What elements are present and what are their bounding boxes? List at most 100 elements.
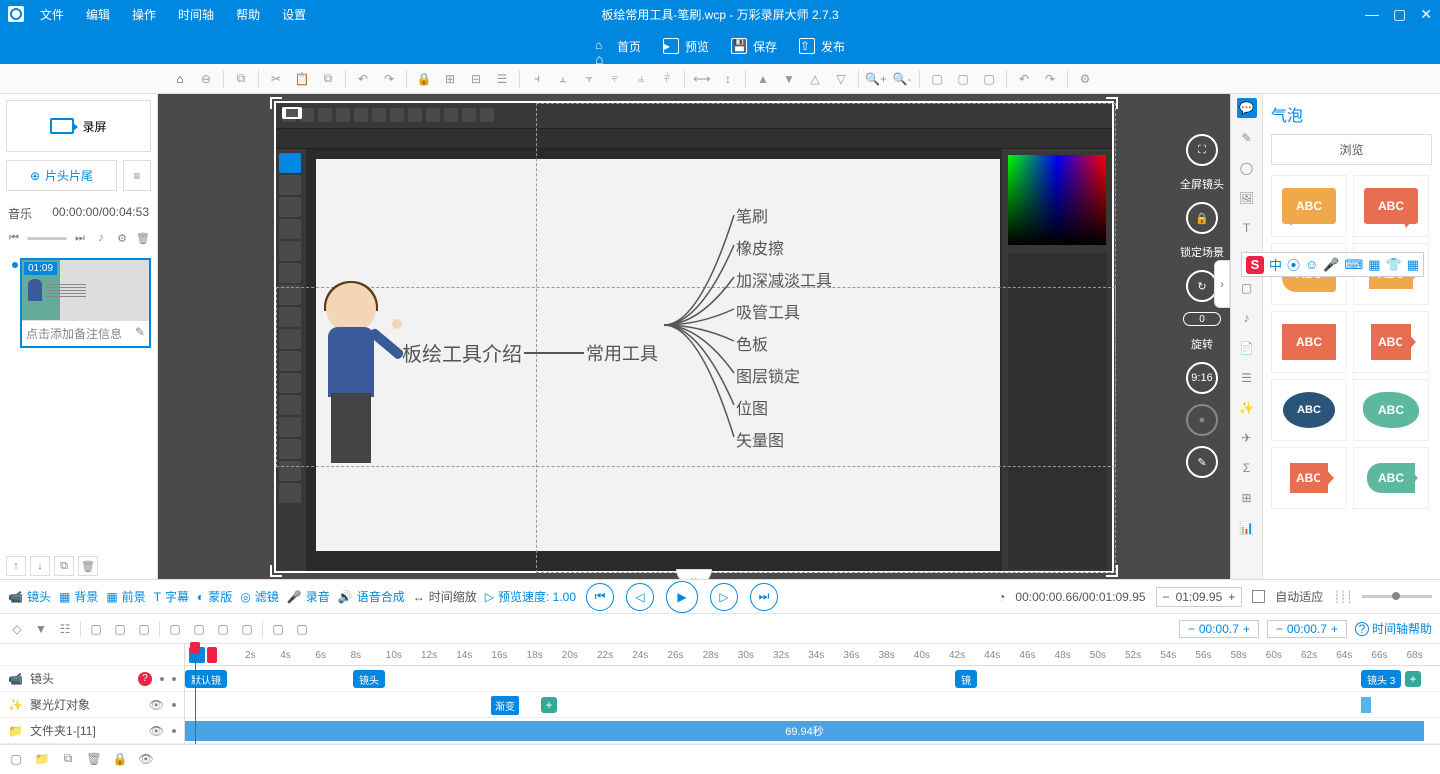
home-icon[interactable]: ⌂ [168,67,192,91]
vol-icon[interactable]: ♪ [93,230,109,246]
circle-sel-button[interactable]: ● [1186,404,1218,436]
chart-icon[interactable]: 📊 [1237,518,1257,538]
canvas-area[interactable]: 板绘工具介绍 常用工具 笔刷 橡皮擦 加深减淡工具 [158,94,1230,579]
camera-track[interactable]: 默认镜 镜头 镜 镜头 3 + [185,666,1440,692]
help-badge[interactable]: ? [138,672,152,686]
icon2[interactable]: ▢ [111,620,129,638]
minimize-button[interactable]: — [1365,6,1379,22]
duplicate-icon[interactable]: ⧉ [316,67,340,91]
bubble-item[interactable]: ABC [1353,175,1429,237]
ratio-button[interactable]: 9:16 [1186,362,1218,394]
track-camera[interactable]: 📹镜头 ? [0,666,184,692]
play-button[interactable]: ▶ [666,581,698,613]
icon3[interactable]: ▢ [135,620,153,638]
bubble-item[interactable]: ABC [1271,447,1347,509]
icon6[interactable]: ▢ [214,620,232,638]
bubble-item[interactable]: ABC [1271,311,1347,373]
camera-block-2[interactable]: 镜头 [353,670,385,688]
b-icon-3[interactable]: ⧉ [60,751,76,767]
spotlight-track[interactable]: 渐变 + [185,692,1440,718]
menu-action[interactable]: 操作 [124,4,164,25]
menu-edit[interactable]: 编辑 [78,4,118,25]
sort-icon[interactable]: ☷ [56,620,74,638]
align-top-icon[interactable]: ⫧ [603,67,627,91]
fx-icon[interactable]: ✨ [1237,398,1257,418]
ime-char[interactable]: 中 [1269,255,1282,274]
list-icon[interactable]: ☰ [1237,368,1257,388]
prev-icon[interactable]: ⏮ [6,230,22,246]
tts-tool[interactable]: 🔊语音合成 [338,588,405,605]
marker-red[interactable] [207,647,217,663]
ime-char[interactable]: 👕 [1386,257,1402,273]
camera-block-4[interactable]: 镜头 3 [1361,670,1401,688]
icon8[interactable]: ▢ [269,620,287,638]
menu-help[interactable]: 帮助 [228,4,268,25]
frame-icon[interactable]: ▢ [1237,278,1257,298]
bubble-tab-icon[interactable]: 💬 [1237,98,1257,118]
dist-h-icon[interactable]: ⟷ [690,67,714,91]
icon4[interactable]: ▢ [166,620,184,638]
timescale-tool[interactable]: ↔时间缩放 [413,588,477,605]
send-back-icon[interactable]: ▼ [777,67,801,91]
menu-timeline[interactable]: 时间轴 [170,4,222,25]
next-icon[interactable]: ⏭ [72,230,88,246]
delete-scene-icon[interactable]: 🗑 [78,556,98,576]
undo2-icon[interactable]: ↶ [1012,67,1036,91]
forward-icon[interactable]: △ [803,67,827,91]
browse-button[interactable]: 浏览 [1271,134,1432,165]
music-slider[interactable] [27,237,67,240]
undo-icon[interactable]: ↶ [351,67,375,91]
icon7[interactable]: ▢ [238,620,256,638]
shape-icon[interactable]: ◯ [1237,158,1257,178]
bubble-item[interactable]: ABC [1353,379,1429,441]
expand-panel-chevron[interactable]: › [1214,260,1230,308]
sigma-icon[interactable]: Σ [1237,458,1257,478]
camera-block-3[interactable]: 镜 [955,670,977,688]
bring-front-icon[interactable]: ▲ [751,67,775,91]
bubble-item[interactable]: ABC [1271,379,1347,441]
ime-char[interactable]: ▦ [1407,257,1419,273]
folder-track[interactable]: 69.94秒 [185,718,1440,744]
zoom-in-icon[interactable]: 🔍+ [864,67,888,91]
icon1[interactable]: ▢ [87,620,105,638]
gear-icon[interactable]: ⚙ [114,230,130,246]
lock-icon[interactable]: 🔒 [412,67,436,91]
cut-icon[interactable]: ✂ [264,67,288,91]
timeline-help-link[interactable]: ?时间轴帮助 [1355,620,1432,637]
plane-icon[interactable]: ✈ [1237,428,1257,448]
trash-icon[interactable]: 🗑 [135,230,151,246]
bubble-item[interactable]: ABC [1353,447,1429,509]
edit-icon[interactable]: ✎ [135,325,145,342]
ime-char[interactable]: ▦ [1368,257,1380,273]
scene-thumbnail[interactable]: 01:09 点击添加备注信息 ✎ [20,258,151,348]
icon9[interactable]: ▢ [293,620,311,638]
track-folder[interactable]: 📁文件夹1-[11] 👁 [0,718,184,744]
filter-tool[interactable]: ◎滤镜 [240,588,279,605]
edit-circle-button[interactable]: ✎ [1186,446,1218,478]
music-icon[interactable]: ♪ [1237,308,1257,328]
menu-settings[interactable]: 设置 [274,4,314,25]
align-center-icon[interactable]: ⫠ [551,67,575,91]
record-tool[interactable]: 🎤录音 [287,588,330,605]
time-box-2[interactable]: −00:00.7+ [1267,620,1347,638]
layer-icon[interactable]: ☰ [490,67,514,91]
align-left-icon[interactable]: ⫞ [525,67,549,91]
character-illustration[interactable] [306,283,396,463]
pen-icon[interactable]: ✎ [1237,128,1257,148]
ungroup-icon[interactable]: ⊟ [464,67,488,91]
bubble-item[interactable]: ABC [1353,311,1429,373]
settings-icon[interactable]: ⚙ [1073,67,1097,91]
b-icon-4[interactable]: 🗑 [86,751,102,767]
redo2-icon[interactable]: ↷ [1038,67,1062,91]
save-button[interactable]: 💾保存 [731,38,777,55]
close-button[interactable]: ✕ [1420,6,1432,23]
home-button[interactable]: ⌂首页 [595,38,641,55]
next-frame-button[interactable]: ⏭ [750,583,778,611]
duration-box[interactable]: −01:09.95+ [1156,587,1243,607]
camera-block-1[interactable]: 默认镜 [185,670,227,688]
foreground-tool[interactable]: ▦前景 [106,588,145,605]
step-back-button[interactable]: ◁ [626,583,654,611]
spotlight-block[interactable]: 渐变 [491,696,519,715]
up-icon[interactable]: ↑ [6,556,26,576]
align-right-icon[interactable]: ⫟ [577,67,601,91]
